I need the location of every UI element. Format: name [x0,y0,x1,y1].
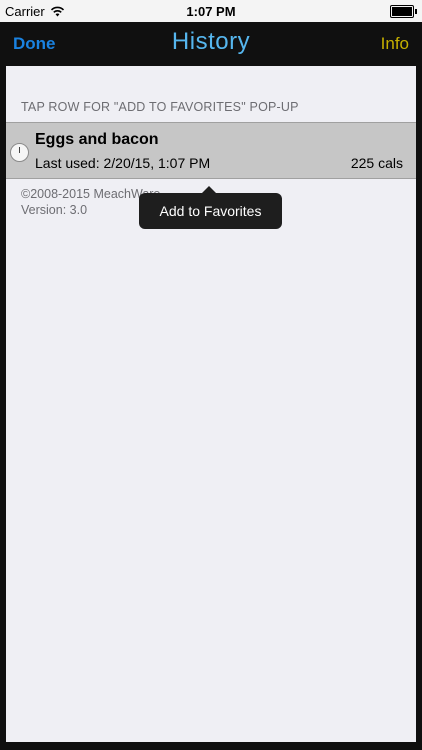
history-row[interactable]: Eggs and bacon Last used: 2/20/15, 1:07 … [6,122,416,179]
info-button[interactable]: Info [381,34,409,54]
battery-icon [390,5,417,18]
food-name: Eggs and bacon [35,131,159,148]
calories-label: 225 cals [350,155,403,171]
navigation-bar: Done History Info [0,22,422,66]
history-list-view[interactable]: TAP ROW FOR "ADD TO FAVORITES" POP-UP Eg… [6,66,416,742]
page-title: History [171,28,251,55]
section-header: TAP ROW FOR "ADD TO FAVORITES" POP-UP [21,100,299,114]
status-time: 1:07 PM [186,4,236,19]
status-bar: Carrier 1:07 PM [0,0,422,22]
last-used-label: Last used: 2/20/15, 1:07 PM [35,155,211,171]
clock-icon [10,143,29,162]
add-to-favorites-popup[interactable]: Add to Favorites [139,186,282,229]
